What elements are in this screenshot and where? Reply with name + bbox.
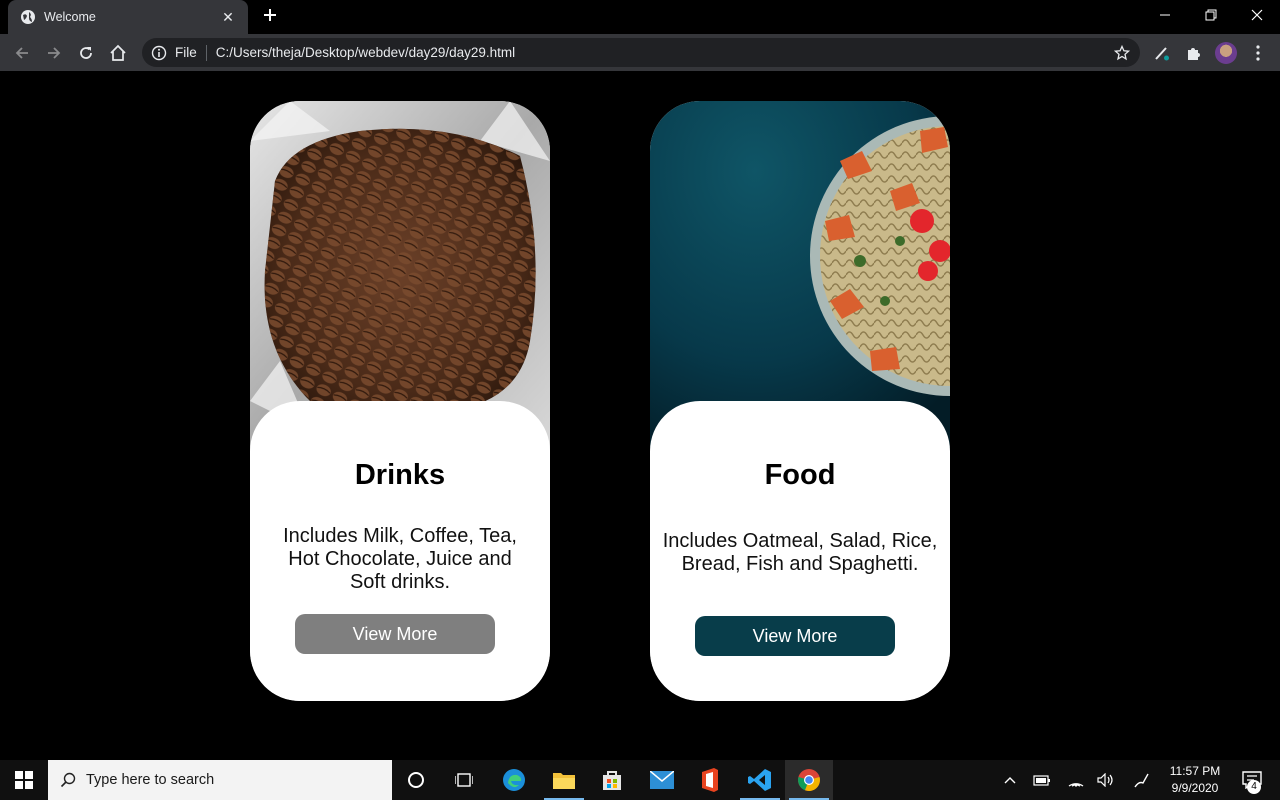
clock-date: 9/9/2020 xyxy=(1171,781,1219,795)
notification-count-badge: 4 xyxy=(1247,780,1261,794)
home-button[interactable] xyxy=(104,39,132,67)
windows-logo-icon xyxy=(15,771,33,789)
battery-icon[interactable] xyxy=(1026,760,1058,800)
info-icon[interactable] xyxy=(151,45,167,61)
drinks-card-title: Drinks xyxy=(354,459,446,491)
omnibox-divider xyxy=(205,44,207,61)
pen-workspace-icon[interactable] xyxy=(1126,760,1158,800)
office-icon xyxy=(702,768,718,792)
mail-icon xyxy=(650,771,674,789)
start-button[interactable] xyxy=(0,760,48,800)
url-text[interactable]: C:/Users/theja/Desktop/webdev/day29/day2… xyxy=(216,45,1110,60)
extension-pen-icon[interactable] xyxy=(1148,39,1176,67)
reload-button[interactable] xyxy=(72,39,100,67)
reload-icon xyxy=(80,47,92,59)
back-button[interactable] xyxy=(8,39,36,67)
drinks-card: Drinks Includes Milk, Coffee, Tea, Hot C… xyxy=(250,101,550,701)
search-icon xyxy=(60,772,76,788)
tray-overflow-chevron-icon[interactable] xyxy=(994,760,1026,800)
taskbar-office[interactable] xyxy=(686,760,734,800)
wifi-icon[interactable] xyxy=(1060,760,1092,800)
drinks-card-description: Includes Milk, Coffee, Tea, Hot Chocolat… xyxy=(283,525,517,593)
minimize-icon xyxy=(1160,14,1170,16)
pasta-bowl-image xyxy=(650,101,950,451)
volume-icon[interactable] xyxy=(1090,760,1122,800)
scheme-label: File xyxy=(175,45,197,60)
tab-close-icon[interactable]: ✕ xyxy=(220,9,236,25)
food-card-body: Food Includes Oatmeal, Salad, Rice, Brea… xyxy=(650,401,950,701)
vscode-icon xyxy=(748,769,771,791)
window-close-button[interactable] xyxy=(1234,0,1280,30)
taskbar-mail[interactable] xyxy=(638,760,686,800)
bookmark-star-icon[interactable] xyxy=(1110,41,1134,65)
browser-tab-welcome[interactable]: Welcome ✕ xyxy=(8,0,248,34)
taskbar-vscode[interactable] xyxy=(736,760,784,800)
close-icon xyxy=(1251,9,1263,21)
menu-kebab-icon[interactable] xyxy=(1244,39,1272,67)
window-minimize-button[interactable] xyxy=(1142,0,1188,30)
clock-time: 11:57 PM xyxy=(1169,764,1221,778)
window-restore-button[interactable] xyxy=(1188,0,1234,30)
cortana-button[interactable] xyxy=(392,760,440,800)
profile-avatar[interactable] xyxy=(1212,39,1240,67)
chrome-icon xyxy=(798,769,820,792)
cortana-circle-icon xyxy=(408,772,424,788)
drinks-card-body: Drinks Includes Milk, Coffee, Tea, Hot C… xyxy=(250,401,550,701)
store-bag-icon xyxy=(603,771,621,790)
taskbar-chrome[interactable] xyxy=(785,760,833,800)
food-card-description: Includes Oatmeal, Salad, Rice, Bread, Fi… xyxy=(662,530,938,575)
folder-icon xyxy=(553,773,575,789)
windows-taskbar: Type here to search 11:57 PM 9/9/2020 4 xyxy=(0,760,1280,800)
task-view-button[interactable] xyxy=(440,760,488,800)
coffee-beans-image xyxy=(250,101,550,451)
forward-button[interactable] xyxy=(40,39,68,67)
drinks-view-more-button[interactable]: View More xyxy=(295,614,495,654)
taskbar-search-box[interactable]: Type here to search xyxy=(48,760,392,800)
task-view-icon xyxy=(455,773,473,787)
tab-title: Welcome xyxy=(44,10,96,24)
browser-toolbar: File C:/Users/theja/Desktop/webdev/day29… xyxy=(0,34,1280,71)
avatar xyxy=(1215,42,1237,64)
restore-icon xyxy=(1205,9,1217,21)
arrow-right-icon xyxy=(48,47,61,59)
arrow-left-icon xyxy=(15,47,28,59)
edge-icon xyxy=(503,769,525,791)
food-view-more-button[interactable]: View More xyxy=(695,616,895,656)
address-bar[interactable]: File C:/Users/theja/Desktop/webdev/day29… xyxy=(142,38,1140,67)
page-viewport: Drinks Includes Milk, Coffee, Tea, Hot C… xyxy=(0,71,1280,760)
food-card-title: Food xyxy=(764,459,836,491)
search-placeholder: Type here to search xyxy=(86,772,215,788)
taskbar-file-explorer[interactable] xyxy=(540,760,588,800)
taskbar-clock[interactable]: 11:57 PM 9/9/2020 xyxy=(1162,763,1228,797)
globe-icon xyxy=(21,10,35,24)
taskbar-store[interactable] xyxy=(588,760,636,800)
tab-strip: Welcome ✕ xyxy=(0,0,1280,34)
food-card: Food Includes Oatmeal, Salad, Rice, Brea… xyxy=(650,101,950,701)
taskbar-edge[interactable] xyxy=(490,760,538,800)
new-tab-button[interactable] xyxy=(258,6,282,28)
home-icon xyxy=(110,44,126,61)
plus-icon xyxy=(264,9,276,21)
extensions-puzzle-icon[interactable] xyxy=(1180,39,1208,67)
